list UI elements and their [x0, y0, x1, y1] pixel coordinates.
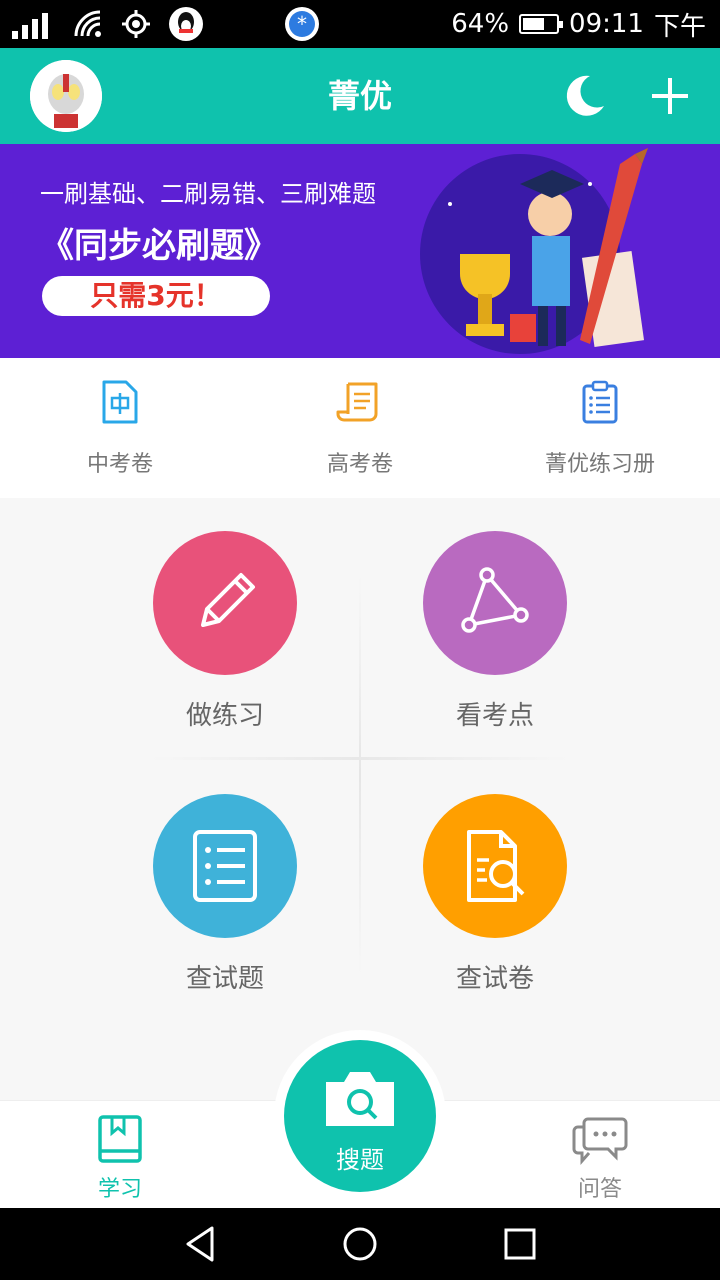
list-icon: [193, 830, 257, 902]
back-icon[interactable]: [180, 1224, 220, 1264]
moon-icon: [566, 75, 604, 116]
feature-label: 查试题: [185, 964, 264, 994]
page-title: 菁优: [327, 77, 392, 115]
quick-link-zhongkao[interactable]: 中考卷: [0, 358, 240, 498]
quick-links-row: 中考卷 高考卷 菁优练习册: [0, 358, 720, 498]
nav-label-qa: 问答: [577, 1177, 622, 1202]
clipboard-icon: [582, 380, 618, 424]
quick-link-label: 菁优练习册: [544, 452, 655, 477]
location-icon: [122, 10, 150, 38]
feature-search-papers[interactable]: 查试卷: [360, 768, 630, 1028]
quick-link-workbook[interactable]: 菁优练习册: [480, 358, 720, 498]
triangle-icon: [461, 567, 529, 633]
feature-knowledge-circle: [423, 531, 567, 675]
camera-icon: [326, 1072, 394, 1126]
night-mode-button[interactable]: [556, 68, 612, 124]
search-question-button[interactable]: 搜题: [284, 1040, 436, 1192]
quick-link-label: 中考卷: [86, 452, 153, 477]
nav-tab-study[interactable]: 学习: [60, 1113, 180, 1203]
status-bar: * 64% 09:11 下午: [0, 0, 720, 48]
pencil-icon: [201, 573, 255, 627]
feature-search-papers-circle: [423, 794, 567, 938]
app-notification-icon: *: [285, 7, 319, 41]
battery-icon: [519, 14, 564, 34]
book-icon: [98, 1115, 142, 1163]
feature-label: 看考点: [455, 701, 534, 731]
feature-label: 查试卷: [455, 964, 534, 994]
battery-percent: 64%: [451, 9, 510, 39]
plus-icon: [652, 78, 688, 114]
app-header: 菁优: [0, 48, 720, 144]
doc-zhong-icon: [102, 380, 138, 424]
chat-icon: [572, 1117, 628, 1165]
svg-text:*: *: [297, 12, 307, 36]
nav-label-study: 学习: [97, 1177, 142, 1202]
banner-line1: 一刷基础、二刷易错、三刷难题: [40, 180, 376, 208]
signal-icon: [12, 13, 48, 39]
search-fab-label: 搜题: [336, 1146, 384, 1174]
quick-link-gaokao[interactable]: 高考卷: [240, 358, 480, 498]
clock-time: 09:11: [569, 9, 644, 39]
feature-practice[interactable]: 做练习: [90, 505, 360, 765]
wifi-icon: [74, 10, 101, 37]
promo-banner[interactable]: 一刷基础、二刷易错、三刷难题 《同步必刷题》 只需3元！: [0, 144, 720, 358]
recent-apps-icon[interactable]: [500, 1224, 540, 1264]
scroll-icon: [336, 382, 378, 422]
nav-tab-qa[interactable]: 问答: [540, 1113, 660, 1203]
banner-line2: 《同步必刷题》: [40, 226, 278, 266]
home-icon[interactable]: [340, 1224, 380, 1264]
banner-price-pill: 只需3元！: [42, 276, 270, 316]
system-nav-bar: [0, 1208, 720, 1280]
clock-period: 下午: [653, 11, 706, 42]
qq-icon: [169, 7, 203, 41]
feature-search-questions[interactable]: 查试题: [90, 768, 360, 1028]
banner-illustration: [420, 148, 648, 354]
search-doc-icon: [467, 830, 525, 902]
feature-knowledge-points[interactable]: 看考点: [360, 505, 630, 765]
feature-practice-circle: [153, 531, 297, 675]
add-button[interactable]: [642, 68, 698, 124]
feature-label: 做练习: [185, 701, 264, 731]
quick-link-label: 高考卷: [326, 452, 393, 477]
feature-search-questions-circle: [153, 794, 297, 938]
feature-grid: 做练习 看考点 查试题 查试卷: [90, 505, 630, 1025]
